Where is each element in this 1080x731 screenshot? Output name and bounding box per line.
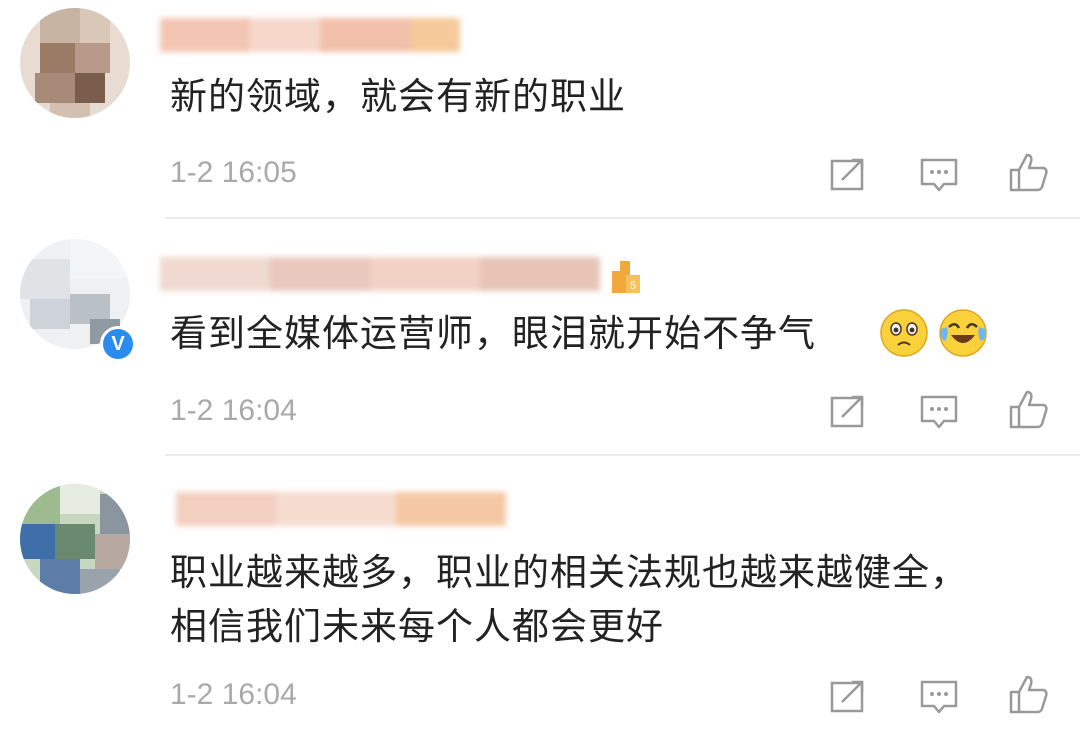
comment-button[interactable] [917,152,961,196]
rank-badge-icon: 5 [612,261,640,293]
share-icon [830,158,864,191]
verified-badge: V [100,326,136,362]
comment-time: 1-2 16:05 [170,156,297,189]
share-button[interactable] [826,674,870,718]
share-button[interactable] [826,152,870,196]
comment-button[interactable] [917,389,961,433]
username-blurred[interactable] [160,257,600,291]
avatar[interactable] [20,8,130,118]
like-button[interactable] [1006,387,1050,431]
thumbs-up-icon [1009,675,1048,714]
comment-text: 职业越来越多，职业的相关法规也越来越健全， 相信我们未来每个人都会更好 [170,551,968,648]
comment-item: 职业越来越多，职业的相关法规也越来越健全， 相信我们未来每个人都会更好 1-2 … [0,456,1080,731]
comment-icon [920,680,958,714]
share-icon [830,680,864,713]
comment-time: 1-2 16:04 [170,678,297,711]
comment-item: 新的领域，就会有新的职业 1-2 16:05 [0,0,1080,218]
avatar[interactable] [20,484,130,594]
thumbs-up-icon [1009,390,1048,429]
comment-time: 1-2 16:04 [170,394,297,427]
share-button[interactable] [826,389,870,433]
username-blurred[interactable] [176,492,506,526]
tearful-face-emoji [878,307,930,359]
comment-item: V 5 看到全媒体运营师，眼泪就开始不争气 1-2 16:04 [0,219,1080,456]
username-blurred[interactable] [160,18,460,52]
comment-icon [920,158,958,192]
share-icon [830,395,864,428]
comment-text: 新的领域，就会有新的职业 [170,75,626,118]
like-button[interactable] [1006,150,1050,194]
comment-button[interactable] [917,674,961,718]
thumbs-up-icon [1009,153,1048,192]
laughing-crying-emoji [937,307,989,359]
like-button[interactable] [1006,672,1050,716]
svg-text:5: 5 [630,280,636,292]
comment-icon [920,395,958,429]
